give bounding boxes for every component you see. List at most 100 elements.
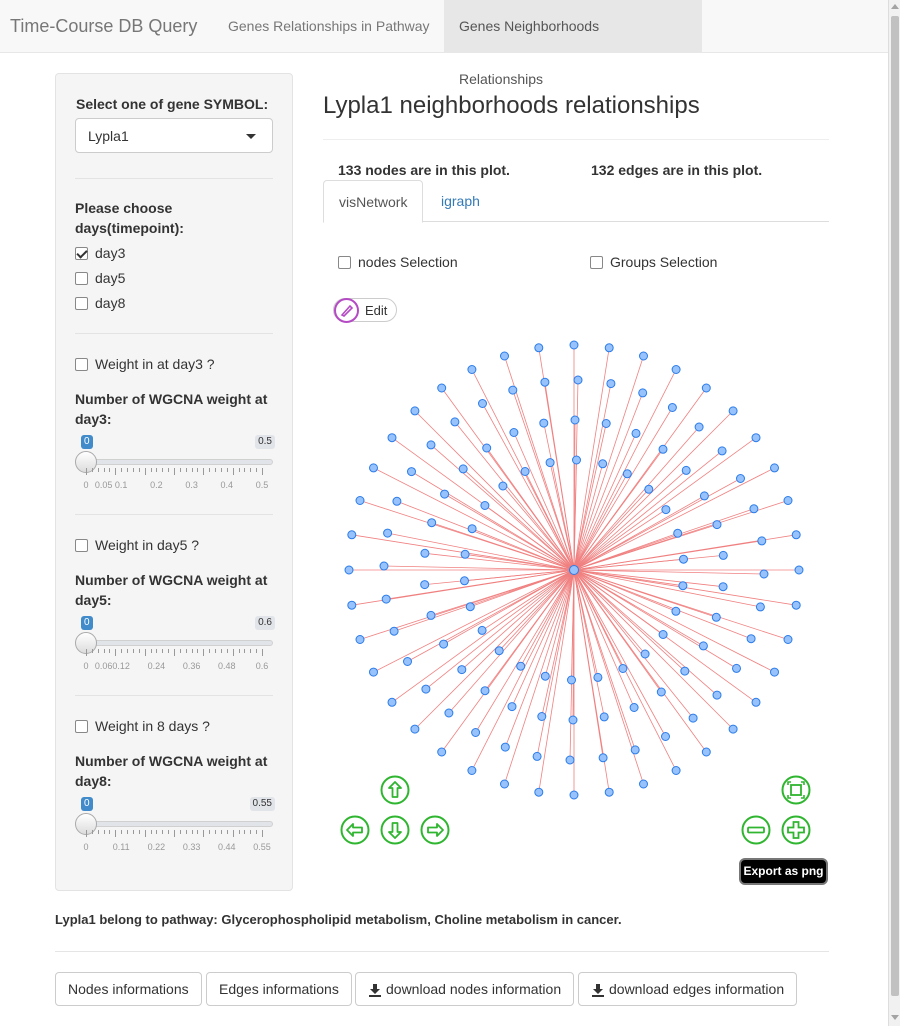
nav-down-icon[interactable] — [380, 815, 410, 845]
scrollbar-thumb[interactable] — [891, 16, 899, 996]
network-node[interactable] — [387, 433, 397, 443]
network-node[interactable] — [534, 787, 544, 797]
network-node[interactable] — [794, 565, 804, 575]
network-node[interactable] — [640, 649, 650, 659]
network-node[interactable] — [593, 672, 603, 682]
network-node[interactable] — [606, 379, 616, 389]
network-node[interactable] — [509, 428, 519, 437]
checkbox-day8-box[interactable] — [75, 297, 88, 310]
network-node[interactable] — [389, 626, 399, 636]
tab-genes-in-pathway[interactable]: Genes Relationships in Pathway — [213, 0, 445, 52]
nav-up-icon[interactable] — [380, 775, 410, 805]
network-node[interactable] — [656, 687, 666, 697]
network-node[interactable] — [701, 383, 711, 393]
network-node[interactable] — [673, 528, 683, 538]
network-node[interactable] — [601, 419, 611, 428]
network-node[interactable] — [679, 554, 688, 564]
network-node[interactable] — [387, 697, 397, 707]
network-node[interactable] — [712, 690, 722, 700]
slider-track[interactable] — [85, 821, 273, 827]
network-node[interactable] — [751, 697, 761, 707]
network-node[interactable] — [569, 790, 579, 800]
network-node[interactable] — [410, 724, 420, 734]
network-node[interactable] — [403, 657, 412, 666]
checkbox-weight-day5-box[interactable] — [75, 539, 88, 552]
network-node[interactable] — [471, 728, 481, 737]
download-edges-button[interactable]: download edges information — [578, 972, 798, 1006]
network-node[interactable] — [598, 459, 608, 469]
network-node[interactable] — [638, 388, 648, 398]
network-node[interactable] — [712, 520, 722, 530]
network-node[interactable] — [420, 580, 430, 590]
network-node[interactable] — [477, 625, 487, 635]
network-node[interactable] — [392, 496, 402, 506]
network-node[interactable] — [736, 474, 745, 483]
network-node[interactable] — [532, 751, 542, 761]
network-node[interactable] — [460, 549, 470, 559]
network-node[interactable] — [465, 602, 475, 612]
tab-igraph[interactable]: igraph — [426, 180, 495, 222]
network-node[interactable] — [599, 712, 609, 722]
network-node[interactable] — [383, 528, 393, 538]
checkbox-weight-day3-box[interactable] — [75, 358, 88, 371]
network-node[interactable] — [498, 481, 508, 491]
edit-button[interactable]: Edit — [333, 298, 397, 323]
weight-day8-slider[interactable]: 0 0.55 0 0.11 0.22 0.33 0.44 0.55 — [75, 797, 275, 857]
network-node[interactable] — [699, 491, 709, 501]
network-node[interactable] — [661, 732, 670, 741]
network-node[interactable] — [629, 703, 639, 712]
network-node[interactable] — [537, 712, 547, 721]
network-node[interactable] — [437, 747, 447, 757]
network-node[interactable] — [604, 343, 614, 353]
network-node[interactable] — [630, 745, 640, 755]
network-node[interactable] — [770, 463, 779, 473]
network-node[interactable] — [728, 406, 738, 416]
network-node[interactable] — [770, 667, 779, 677]
export-png-button[interactable]: Export as png — [739, 858, 828, 885]
network-node[interactable] — [631, 428, 641, 438]
network-node[interactable] — [450, 417, 460, 427]
gene-select[interactable]: Lypla1 — [75, 118, 273, 153]
network-node[interactable] — [717, 446, 727, 456]
network-node[interactable] — [688, 713, 698, 723]
network-node[interactable] — [618, 664, 628, 673]
network-node[interactable] — [520, 467, 530, 476]
network-node[interactable] — [439, 639, 449, 649]
zoom-in-icon[interactable] — [781, 815, 811, 845]
groups-selection-box[interactable] — [590, 256, 603, 269]
network-node[interactable] — [426, 440, 436, 450]
network-node[interactable] — [534, 343, 544, 353]
network-node[interactable] — [698, 641, 708, 651]
network-node[interactable] — [444, 708, 454, 718]
network-node[interactable] — [783, 496, 793, 505]
network-node[interactable] — [678, 581, 688, 591]
network-node[interactable] — [516, 661, 526, 671]
network-node[interactable] — [658, 630, 668, 639]
nav-left-icon[interactable] — [340, 815, 370, 845]
network-node[interactable] — [694, 422, 704, 432]
network-node[interactable] — [567, 675, 576, 685]
network-node[interactable] — [458, 464, 468, 474]
network-node[interactable] — [746, 634, 756, 644]
network-node[interactable] — [671, 365, 681, 374]
network-node[interactable] — [467, 365, 477, 374]
network-node[interactable] — [440, 489, 450, 499]
network-node[interactable] — [478, 399, 487, 408]
network-node[interactable] — [508, 385, 518, 395]
network-node[interactable] — [732, 663, 741, 673]
network-node[interactable] — [545, 458, 555, 468]
network-node[interactable] — [661, 505, 671, 515]
network-node[interactable] — [568, 715, 578, 725]
slider-track[interactable] — [85, 640, 273, 646]
network-node[interactable] — [480, 501, 490, 510]
network-node[interactable] — [791, 600, 801, 610]
network-node[interactable] — [639, 351, 648, 361]
network-node[interactable] — [570, 415, 580, 425]
network-node[interactable] — [369, 667, 378, 677]
network-node[interactable] — [572, 455, 581, 465]
slider-track[interactable] — [85, 459, 273, 465]
network-node[interactable] — [791, 530, 801, 540]
network-node[interactable] — [757, 536, 767, 546]
network-node[interactable] — [421, 684, 431, 694]
network-node[interactable] — [410, 406, 420, 416]
